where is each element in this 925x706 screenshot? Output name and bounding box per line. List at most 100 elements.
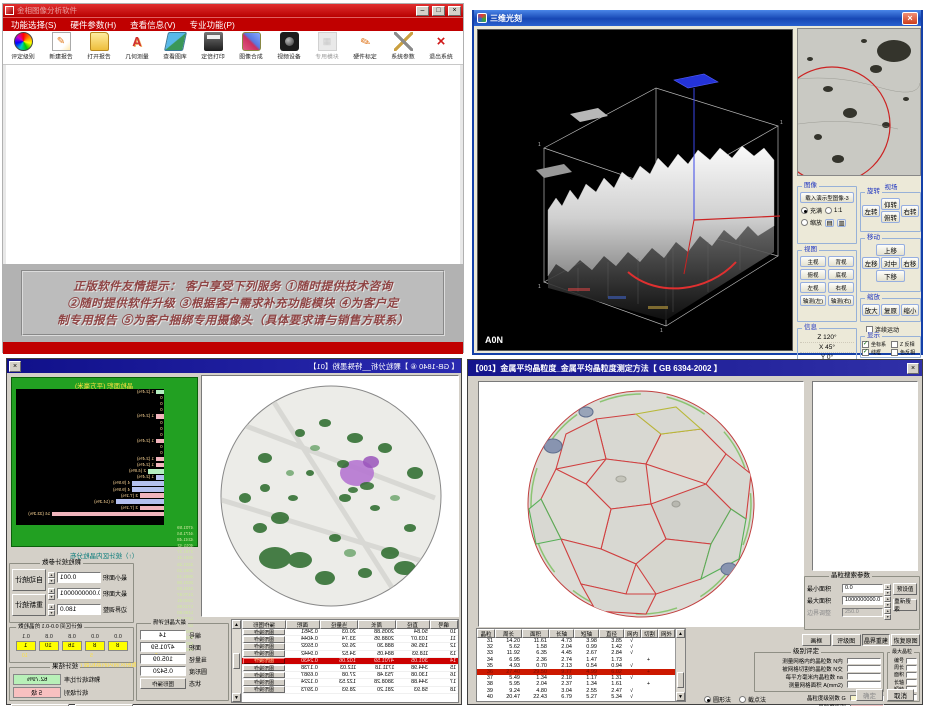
scale-radio[interactable]: 缩放 [801, 218, 822, 227]
table-scrollbar[interactable]: ▲ ▼ [232, 620, 242, 702]
range-count-cell[interactable]: 1 [16, 641, 36, 651]
close-button[interactable]: × [9, 361, 21, 372]
row-operation-button[interactable]: 图形操作 [243, 665, 285, 672]
row-operation-button[interactable]: 图形操作 [243, 643, 285, 650]
range-count-cell[interactable]: 8 [85, 641, 105, 651]
view-button[interactable]: 底视 [828, 269, 854, 280]
action-button[interactable]: 画框 [802, 634, 831, 646]
parameter-value-field[interactable]: 0.0000000001 [57, 588, 101, 599]
view-button[interactable]: 左视 [800, 282, 826, 293]
display-checkbox[interactable]: 坐标系 [862, 341, 890, 348]
toolbar-button[interactable]: 硬件标定 [347, 32, 383, 61]
title-bar[interactable]: × 【 GB-1840 ⑥ 】颗粒分析__特殊墨粉【01】 [7, 359, 461, 373]
table-row[interactable]: 38 5.95 2.04 2.37 1.34 1.61 + [477, 681, 675, 687]
row-operation-button[interactable]: 图形操作 [243, 650, 285, 657]
row-operation-button[interactable]: 图形操作 [243, 686, 285, 693]
row-operation-button[interactable]: 图形操作 [243, 636, 285, 643]
auto-statistics-button[interactable]: 自动统计 [12, 569, 46, 591]
scroll-down-arrow[interactable]: ▼ [232, 693, 241, 702]
action-button[interactable]: 恢复原图 [891, 634, 920, 646]
close-button[interactable]: × [448, 6, 461, 16]
scale-minus-button[interactable]: ▤ [825, 219, 834, 227]
spinner[interactable]: ▲▼ [884, 584, 891, 593]
close-button[interactable]: × [902, 12, 918, 25]
view-button[interactable]: 轴测(右) [828, 295, 854, 306]
center-button[interactable]: 对中 [881, 257, 899, 269]
menu-item[interactable]: 功能选择(S) [11, 19, 56, 31]
move-right-button[interactable]: 右移 [901, 257, 919, 269]
close-button[interactable]: × [907, 363, 919, 374]
toolbar-button[interactable]: 查看图库 [157, 32, 193, 61]
rotate-right-button[interactable]: 右转 [901, 205, 919, 217]
table-scrollbar[interactable]: ▲ ▼ [675, 629, 685, 701]
preset-button[interactable]: 预设值 [893, 583, 917, 595]
row-operation-button[interactable]: 图形操作 [243, 658, 285, 665]
move-left-button[interactable]: 左移 [862, 257, 880, 269]
shape-operation-button[interactable]: 图形操作 [140, 678, 186, 689]
scale-plus-button[interactable]: ▥ [837, 219, 846, 227]
fit-radio[interactable]: 充满 [801, 206, 822, 215]
research-button[interactable]: 重新搜索 [893, 599, 917, 611]
rotate-left-button[interactable]: 左转 [862, 205, 880, 217]
move-down-button[interactable]: 下移 [876, 270, 905, 282]
toolbar-button[interactable]: 新建报告 [43, 32, 79, 61]
3d-viewport[interactable]: 1111 A0N [477, 29, 793, 351]
method-radio[interactable]: 截点法 [739, 695, 766, 704]
zoom-reset-button[interactable]: 复原 [881, 304, 899, 316]
view-button[interactable]: 轴测(左) [800, 295, 826, 306]
row-operation-button[interactable]: 图形操作 [243, 629, 285, 636]
title-bar[interactable]: 金相图像分析软件 – □ × [3, 4, 463, 17]
scroll-up-arrow[interactable]: ▲ [676, 629, 685, 638]
micrograph-thumbnail[interactable] [797, 28, 921, 176]
method-radio[interactable]: 圆形法 [704, 695, 731, 704]
toolbar-button[interactable]: 定倍打印 [195, 32, 231, 61]
action-button[interactable]: 评级图 [832, 634, 861, 646]
table-row[interactable]: 36 27.40 29.50 9.77 4.99 6.02 + [477, 669, 675, 675]
toolbar-button[interactable]: 系统参数 [385, 32, 421, 61]
rotate-up-button[interactable]: 仰转 [881, 198, 900, 210]
toolbar-button[interactable]: 退出系统 [423, 32, 459, 61]
table-row[interactable]: 34 6.95 2.36 2.74 1.47 1.73 + [477, 657, 675, 663]
spinner[interactable]: ▲▼ [48, 604, 55, 615]
spinner[interactable]: ▲▼ [884, 596, 891, 605]
maximize-button[interactable]: □ [432, 6, 445, 16]
range-count-cell[interactable]: 8 [108, 641, 128, 651]
results-list-panel[interactable] [812, 381, 918, 571]
range-count-cell[interactable]: 16 [62, 641, 82, 651]
search-param-field[interactable]: 1000000000.0 [842, 596, 883, 605]
display-checkbox[interactable]: Z 反相 [891, 341, 919, 348]
toolbar-button[interactable]: 打开报告 [81, 32, 117, 61]
display-checkbox[interactable]: 线框 [862, 349, 890, 356]
zoom-out-button[interactable]: 缩小 [901, 304, 919, 316]
menu-item[interactable]: 专业功能(P) [190, 19, 235, 31]
title-bar[interactable]: 【001】金属平均晶粒度_金属平均晶粒度测定方法【 GB 6394-2002 】… [468, 360, 922, 376]
parameter-value-field[interactable]: 180.0 [57, 604, 101, 615]
scroll-down-arrow[interactable]: ▼ [676, 692, 685, 701]
search-param-field[interactable]: 250.0 [842, 608, 883, 617]
menu-item[interactable]: 查看信息(V) [130, 19, 175, 31]
row-operation-button[interactable]: 图形操作 [243, 672, 285, 679]
parameter-value-field[interactable]: 0.001 [57, 572, 101, 583]
spinner[interactable]: ▲▼ [884, 608, 891, 617]
move-up-button[interactable]: 上移 [876, 244, 905, 256]
zoom-in-button[interactable]: 放大 [862, 304, 880, 316]
spinner[interactable]: ▲▼ [48, 572, 55, 583]
spinner[interactable]: ▲▼ [48, 588, 55, 599]
toolbar-button[interactable]: 评定级别 [5, 32, 41, 61]
ok-button[interactable]: 确定 [856, 689, 883, 701]
scroll-up-arrow[interactable]: ▲ [232, 620, 241, 629]
action-button[interactable]: 晶界重建 [862, 634, 891, 646]
view-button[interactable]: 主视 [800, 256, 826, 267]
load-demo-image-button[interactable]: 载入演示型图像-3 [800, 192, 854, 203]
scroll-thumb[interactable] [677, 672, 684, 688]
toolbar-button[interactable]: 图像合成 [233, 32, 269, 61]
toolbar-button[interactable]: 专用模块 [309, 32, 345, 61]
grain-micrograph[interactable] [491, 384, 791, 624]
view-button[interactable]: 背视 [828, 256, 854, 267]
table-row[interactable]: 40 20.47 22.43 6.79 5.27 5.34 √ [477, 694, 675, 700]
display-checkbox[interactable]: 色反相 [891, 349, 919, 356]
recalculate-button[interactable]: 重新统计 [12, 594, 46, 616]
row-operation-button[interactable]: 图形操作 [243, 679, 285, 686]
view-button[interactable]: 俯视 [800, 269, 826, 280]
toolbar-button[interactable]: 视频设备 [271, 32, 307, 61]
